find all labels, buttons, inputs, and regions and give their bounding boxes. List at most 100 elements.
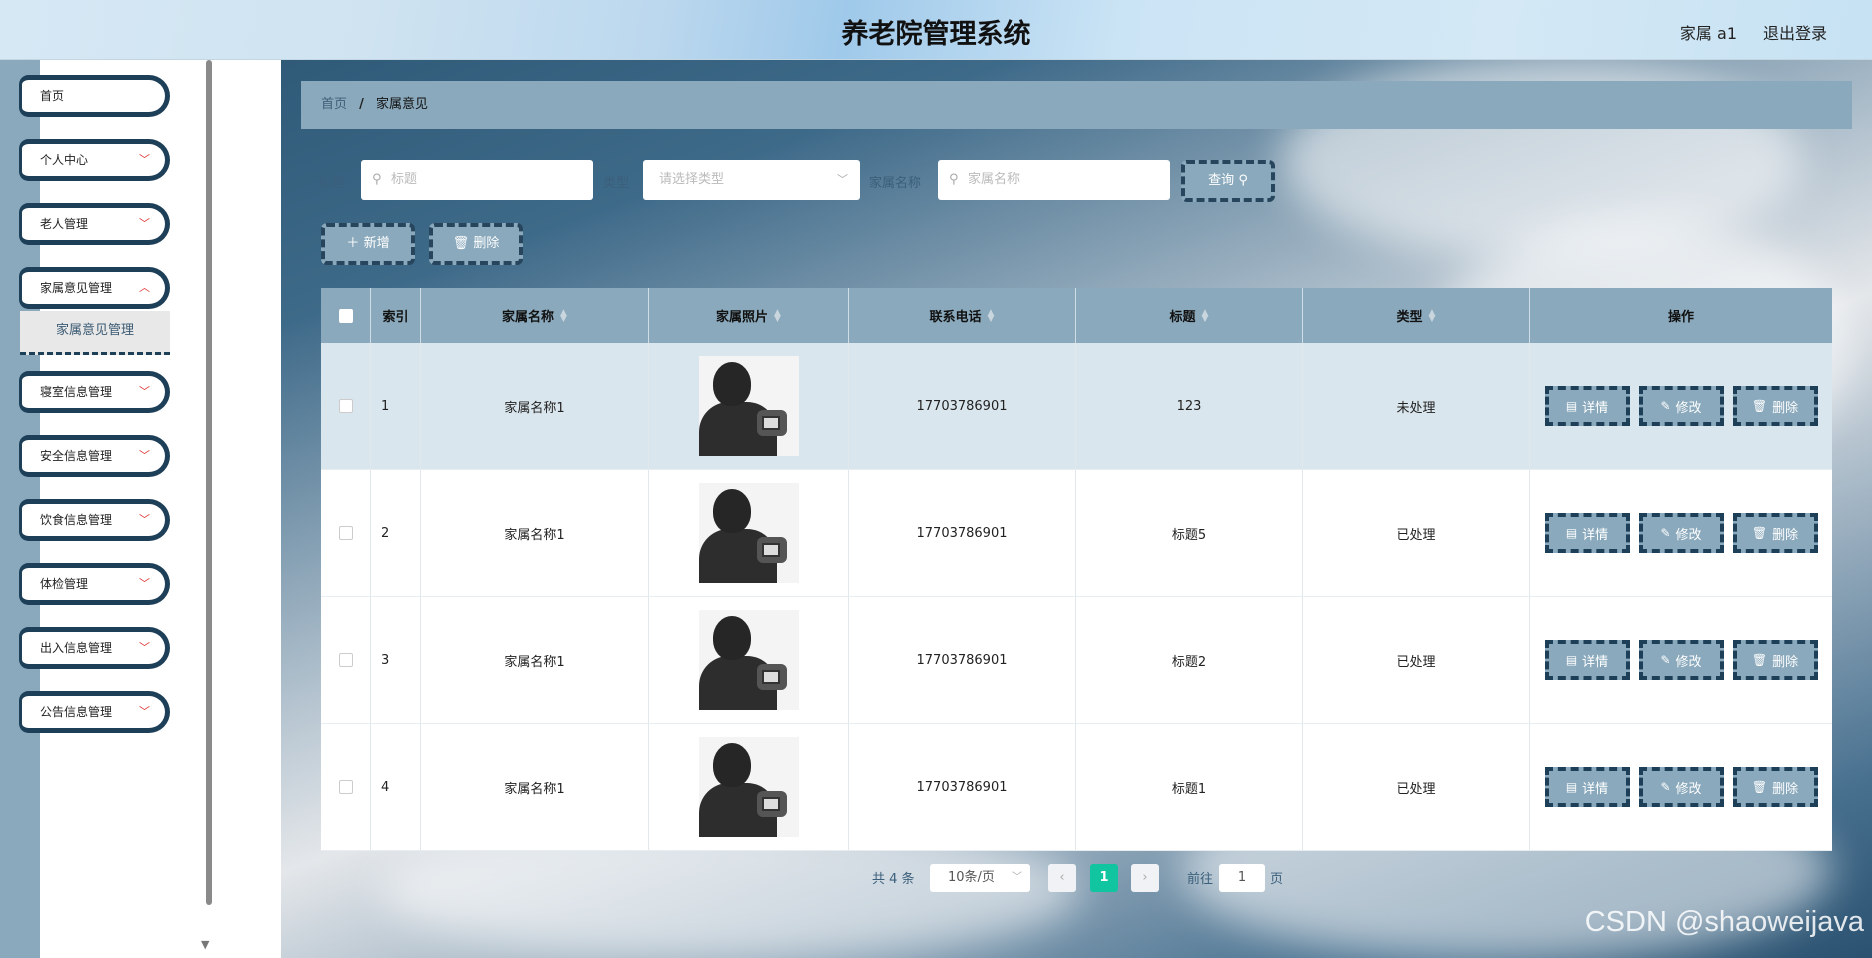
sidebar-item-family-opinion[interactable]: 家属意见管理 ︿ bbox=[19, 267, 170, 309]
document-icon: ▤ bbox=[1565, 399, 1578, 413]
logout-link[interactable]: 退出登录 bbox=[1763, 20, 1827, 44]
column-header-photo[interactable]: 家属照片 ▲ ▼ bbox=[649, 288, 849, 343]
phone-cell: 17703786901 bbox=[849, 470, 1076, 596]
sort-icon[interactable]: ▲ ▼ bbox=[1429, 308, 1436, 323]
sidebar-item-dormitory[interactable]: 寝室信息管理 ﹀ bbox=[19, 371, 170, 413]
detail-button[interactable]: ▤ 详情 bbox=[1544, 767, 1630, 807]
row-checkbox[interactable] bbox=[338, 780, 353, 794]
type-select[interactable]: 请选择类型 ﹀ bbox=[643, 160, 860, 200]
submenu-family-opinion-management[interactable]: 家属意见管理 bbox=[20, 311, 170, 355]
row-checkbox[interactable] bbox=[338, 653, 353, 667]
breadcrumb-current: 家属意见 bbox=[376, 97, 429, 112]
goto-page-input[interactable]: 1 bbox=[1219, 864, 1265, 892]
page-number-current[interactable]: 1 bbox=[1090, 864, 1118, 892]
sort-icon[interactable]: ▲ ▼ bbox=[1202, 308, 1209, 323]
edit-button[interactable]: ✎ 修改 bbox=[1638, 767, 1724, 807]
edit-button[interactable]: ✎ 修改 bbox=[1638, 513, 1724, 553]
family-photo[interactable] bbox=[698, 737, 799, 837]
table-row[interactable]: 3 家属名称1 17703786901 标题2 已处理 ▤ 详情 ✎ 修改 🗑 删除 bbox=[321, 597, 1832, 724]
select-all-checkbox[interactable] bbox=[338, 308, 353, 323]
name-search-input[interactable]: ⚲ 家属名称 bbox=[938, 160, 1170, 200]
sidebar-item-home[interactable]: 首页 bbox=[19, 75, 170, 117]
detail-button[interactable]: ▤ 详情 bbox=[1544, 640, 1630, 680]
current-user: 家属 a1 bbox=[1679, 24, 1737, 43]
delete-button-label: 删除 bbox=[473, 236, 500, 251]
index-cell: 4 bbox=[371, 724, 421, 850]
batch-delete-button[interactable]: 🗑 删除 bbox=[429, 223, 523, 265]
row-checkbox[interactable] bbox=[338, 399, 353, 413]
total-count: 共 4 条 bbox=[872, 872, 915, 887]
column-header-label: 标题 bbox=[1169, 310, 1196, 325]
chevron-down-icon: ﹀ bbox=[139, 705, 150, 718]
chevron-down-icon: ﹀ bbox=[139, 217, 150, 230]
name-field-label: 家属名称 bbox=[869, 176, 922, 191]
column-header-name[interactable]: 家属名称 ▲ ▼ bbox=[421, 288, 649, 343]
sidebar-item-health-check[interactable]: 体检管理 ﹀ bbox=[19, 563, 170, 605]
detail-label: 详情 bbox=[1582, 781, 1609, 797]
family-photo[interactable] bbox=[698, 483, 799, 583]
delete-button[interactable]: 🗑 删除 bbox=[1732, 386, 1818, 426]
pencil-icon: ✎ bbox=[1660, 399, 1671, 413]
delete-button[interactable]: 🗑 删除 bbox=[1732, 640, 1818, 680]
column-header-type[interactable]: 类型 ▲ ▼ bbox=[1303, 288, 1530, 343]
index-cell: 1 bbox=[371, 343, 421, 469]
family-photo[interactable] bbox=[698, 356, 799, 456]
row-checkbox[interactable] bbox=[338, 526, 353, 540]
photo-cell bbox=[649, 597, 849, 723]
detail-button[interactable]: ▤ 详情 bbox=[1544, 513, 1630, 553]
prev-page-button[interactable]: ‹ bbox=[1048, 864, 1076, 892]
delete-button[interactable]: 🗑 删除 bbox=[1732, 767, 1818, 807]
chevron-down-icon: ﹀ bbox=[837, 173, 848, 186]
column-header-index: 索引 bbox=[371, 288, 421, 343]
family-photo[interactable] bbox=[698, 610, 799, 710]
table-header: 索引 家属名称 ▲ ▼ 家属照片 ▲ ▼ 联系电话 ▲ ▼ 标题 ▲ ▼ 类型 ▲ ▼ 操作 bbox=[321, 288, 1832, 343]
edit-label: 修改 bbox=[1675, 527, 1702, 543]
sidebar-item-elder-management[interactable]: 老人管理 ﹀ bbox=[19, 203, 170, 245]
sort-icon[interactable]: ▲ ▼ bbox=[988, 308, 995, 323]
chevron-down-icon: ﹀ bbox=[139, 385, 150, 398]
breadcrumb-home[interactable]: 首页 bbox=[321, 97, 347, 112]
detail-label: 详情 bbox=[1582, 400, 1609, 416]
table-row[interactable]: 2 家属名称1 17703786901 标题5 已处理 ▤ 详情 ✎ 修改 🗑 删除 bbox=[321, 470, 1832, 597]
column-header-phone[interactable]: 联系电话 ▲ ▼ bbox=[849, 288, 1076, 343]
add-button[interactable]: ＋ 新增 bbox=[321, 223, 415, 265]
page-size-select[interactable]: 10条/页 ﹀ bbox=[930, 864, 1030, 892]
title-search-input[interactable]: ⚲ 标题 bbox=[361, 160, 593, 200]
sidebar-item-safety[interactable]: 安全信息管理 ﹀ bbox=[19, 435, 170, 477]
watermark: CSDN @shaoweijava bbox=[1584, 906, 1864, 938]
index-cell: 2 bbox=[371, 470, 421, 596]
sort-icon[interactable]: ▲ ▼ bbox=[560, 308, 567, 323]
sidebar-item-label: 个人中心 bbox=[40, 153, 89, 167]
add-button-label: 新增 bbox=[363, 236, 390, 251]
sidebar-item-entry-exit[interactable]: 出入信息管理 ﹀ bbox=[19, 627, 170, 669]
scroll-down-icon[interactable]: ▼ bbox=[201, 938, 209, 951]
delete-button[interactable]: 🗑 删除 bbox=[1732, 513, 1818, 553]
chevron-left-icon: ‹ bbox=[1059, 870, 1065, 885]
sidebar-item-label: 安全信息管理 bbox=[40, 449, 113, 463]
type-cell: 已处理 bbox=[1303, 470, 1530, 596]
search-icon: ⚲ bbox=[949, 172, 959, 187]
sidebar-item-personal-center[interactable]: 个人中心 ﹀ bbox=[19, 139, 170, 181]
sidebar-item-announcement[interactable]: 公告信息管理 ﹀ bbox=[19, 691, 170, 733]
search-icon: ⚲ bbox=[372, 172, 382, 187]
actions-cell: ▤ 详情 ✎ 修改 🗑 删除 bbox=[1530, 724, 1832, 850]
goto-prefix: 前往 bbox=[1187, 872, 1214, 887]
column-header-title[interactable]: 标题 ▲ ▼ bbox=[1076, 288, 1303, 343]
chevron-right-icon: › bbox=[1142, 870, 1148, 885]
document-icon: ▤ bbox=[1565, 653, 1578, 667]
row-select-cell bbox=[321, 470, 371, 596]
actions-cell: ▤ 详情 ✎ 修改 🗑 删除 bbox=[1530, 470, 1832, 596]
table-row[interactable]: 4 家属名称1 17703786901 标题1 已处理 ▤ 详情 ✎ 修改 🗑 删除 bbox=[321, 724, 1832, 851]
detail-button[interactable]: ▤ 详情 bbox=[1544, 386, 1630, 426]
breadcrumb-separator: / bbox=[359, 97, 364, 112]
delete-label: 删除 bbox=[1772, 654, 1799, 670]
sidebar-scrollbar[interactable] bbox=[206, 60, 212, 905]
sidebar-item-label: 出入信息管理 bbox=[40, 641, 113, 655]
edit-button[interactable]: ✎ 修改 bbox=[1638, 640, 1724, 680]
sidebar-item-diet[interactable]: 饮食信息管理 ﹀ bbox=[19, 499, 170, 541]
sort-icon[interactable]: ▲ ▼ bbox=[774, 308, 781, 323]
query-button[interactable]: 查询 ⚲ bbox=[1181, 160, 1275, 202]
table-row[interactable]: 1 家属名称1 17703786901 123 未处理 ▤ 详情 ✎ 修改 🗑 删除 bbox=[321, 343, 1832, 470]
next-page-button[interactable]: › bbox=[1131, 864, 1159, 892]
edit-button[interactable]: ✎ 修改 bbox=[1638, 386, 1724, 426]
